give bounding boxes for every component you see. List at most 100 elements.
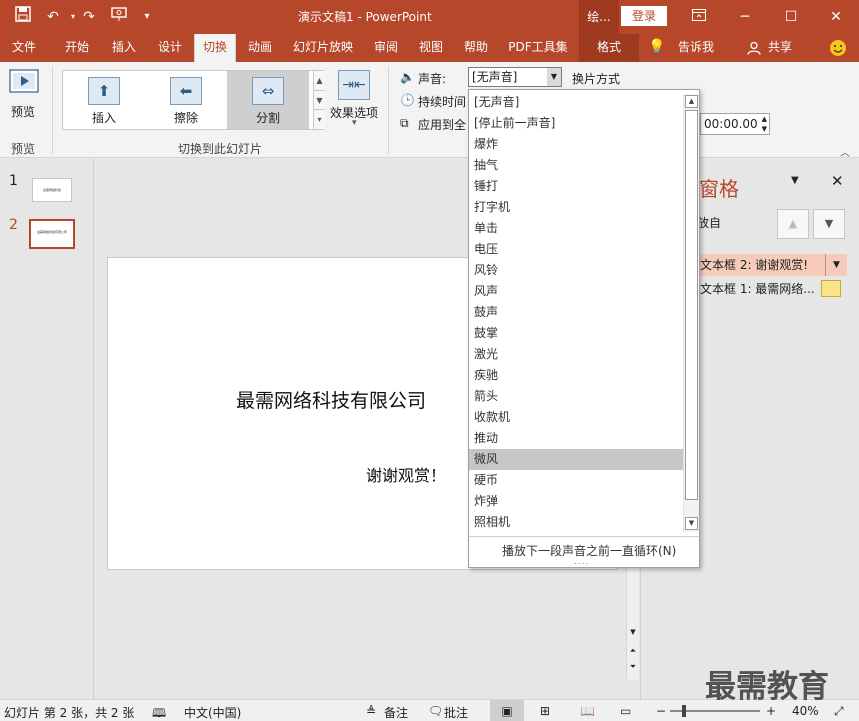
slideshow-icon[interactable]: ▭ <box>620 704 631 718</box>
watermark-logo: 最需教育 <box>705 669 829 705</box>
next-slide-icon[interactable]: ⏷ <box>627 662 639 672</box>
tab-review[interactable]: 审阅 <box>364 34 408 62</box>
zoom-level[interactable]: 40% <box>792 704 819 718</box>
tab-format[interactable]: 格式 <box>579 34 639 62</box>
scroll-thumb[interactable] <box>685 110 698 500</box>
editor-scrollbar[interactable]: ▼ ⏶ ⏷ <box>626 560 639 680</box>
chevron-down-icon[interactable]: ▼ <box>825 254 847 276</box>
spell-check-icon[interactable]: 🕮 <box>152 704 166 721</box>
tell-me-search[interactable]: 告诉我 <box>672 34 720 62</box>
title-bar: ↶ ▾ ↷ ▾ 演示文稿1 - PowerPoint 绘... 登录 ─ ☐ ✕ <box>0 0 859 34</box>
sound-option[interactable]: 箭头 <box>469 386 683 407</box>
sound-option[interactable]: 照相机 <box>469 512 683 533</box>
gallery-scroll-up-icon[interactable]: ▲ <box>313 71 325 90</box>
sound-option[interactable]: 爆炸 <box>469 134 683 155</box>
language-status[interactable]: 中文(中国) <box>184 704 241 721</box>
notes-button[interactable]: 备注 <box>384 704 408 721</box>
present-from-start-icon[interactable] <box>108 6 130 28</box>
transition-push[interactable]: ⬆ 插入 <box>63 71 145 129</box>
tab-pdf-tools[interactable]: PDF工具集 <box>500 34 576 62</box>
zoom-out-icon[interactable]: − <box>656 704 666 718</box>
clock-icon: 🕒 <box>400 93 415 107</box>
sound-option[interactable]: 推动 <box>469 428 683 449</box>
scroll-down-icon[interactable]: ▼ <box>627 628 639 636</box>
zoom-slider-thumb[interactable] <box>682 705 686 717</box>
close-pane-icon[interactable]: ✕ <box>831 172 844 190</box>
comments-button[interactable]: 批注 <box>444 704 468 721</box>
spin-up-icon[interactable]: ▲ <box>762 114 767 124</box>
sound-option-highlighted[interactable]: 微风 <box>469 449 683 470</box>
redo-icon[interactable]: ↷ <box>78 6 100 28</box>
tab-design[interactable]: 设计 <box>148 34 192 62</box>
undo-icon[interactable]: ↶ <box>42 6 64 28</box>
sound-option[interactable]: 锤打 <box>469 176 683 197</box>
zoom-in-icon[interactable]: + <box>766 704 776 718</box>
scroll-up-icon[interactable]: ▲ <box>685 95 698 108</box>
fit-slide-icon[interactable]: ⤢ <box>834 704 844 719</box>
close-icon[interactable]: ✕ <box>813 0 859 34</box>
transition-split[interactable]: ⇔ 分割 <box>227 71 309 129</box>
sound-option[interactable]: 抽气 <box>469 155 683 176</box>
pane-options-icon[interactable]: ▼ <box>791 175 799 186</box>
chevron-down-icon[interactable]: ▼ <box>547 68 561 86</box>
tab-animations[interactable]: 动画 <box>238 34 282 62</box>
gallery-more-icon[interactable]: ▾ <box>313 109 325 129</box>
tab-file[interactable]: 文件 <box>0 34 48 62</box>
minimize-icon[interactable]: ─ <box>722 0 768 34</box>
effect-options-dropdown-icon[interactable]: ▾ <box>352 118 357 128</box>
context-tab-drawing-tools[interactable]: 绘... <box>579 0 619 34</box>
slide-subtitle-text[interactable]: 谢谢观赏！ <box>366 462 446 486</box>
dropdown-scrollbar[interactable]: ▲ ▼ <box>683 94 699 532</box>
ribbon-display-options-icon[interactable] <box>676 0 722 34</box>
maximize-icon[interactable]: ☐ <box>768 0 814 34</box>
play-from-button[interactable]: 放自 <box>697 214 721 231</box>
preview-icon[interactable] <box>8 68 42 100</box>
previous-slide-icon[interactable]: ⏶ <box>627 646 639 656</box>
resize-grip-icon[interactable]: .... <box>574 557 589 567</box>
sound-option[interactable]: 单击 <box>469 218 683 239</box>
gallery-scroll-down-icon[interactable]: ▼ <box>313 90 325 109</box>
save-icon[interactable] <box>12 6 34 28</box>
sound-option[interactable]: 激光 <box>469 344 683 365</box>
tab-insert[interactable]: 插入 <box>104 34 144 62</box>
customize-toolbar-icon[interactable]: ▾ <box>136 6 158 28</box>
sound-option[interactable]: 硬币 <box>469 470 683 491</box>
move-down-icon[interactable]: ▼ <box>813 209 845 239</box>
collapse-ribbon-icon[interactable]: ︿ <box>840 144 850 159</box>
slide-thumbnail-1[interactable]: 最需网络科技 <box>32 178 72 202</box>
sound-option[interactable]: 鼓声 <box>469 302 683 323</box>
sound-option[interactable]: 收款机 <box>469 407 683 428</box>
slide-sorter-icon[interactable]: ⊞ <box>540 704 550 718</box>
transition-wipe[interactable]: ⬅ 擦除 <box>145 71 227 129</box>
login-button[interactable]: 登录 <box>621 6 667 26</box>
sound-option[interactable]: 打字机 <box>469 197 683 218</box>
slide-thumbnail-2[interactable]: 最需网络科技有限公司 <box>29 219 75 249</box>
sound-option[interactable]: 疾驰 <box>469 365 683 386</box>
spin-down-icon[interactable]: ▼ <box>762 124 767 134</box>
normal-view-icon[interactable]: ▣ <box>490 700 524 721</box>
tab-home[interactable]: 开始 <box>52 34 102 62</box>
sound-option[interactable]: 电压 <box>469 239 683 260</box>
move-up-icon[interactable]: ▲ <box>777 209 809 239</box>
scroll-down-icon[interactable]: ▼ <box>685 517 698 530</box>
preview-button[interactable]: 预览 <box>11 103 35 120</box>
sound-option[interactable]: [停止前一声音] <box>469 113 683 134</box>
after-time-input[interactable]: 00:00.00 ▲ ▼ <box>700 113 770 135</box>
sound-select[interactable]: [无声音] ▼ <box>468 67 562 87</box>
effect-options-icon[interactable]: ⇥⇤ <box>338 70 370 100</box>
tab-view[interactable]: 视图 <box>410 34 452 62</box>
reading-view-icon[interactable]: 📖 <box>580 704 595 718</box>
apply-to-all-button[interactable]: 应用到全 <box>418 116 468 133</box>
tab-transitions[interactable]: 切换 <box>194 34 236 64</box>
slide-title-text[interactable]: 最需网络科技有限公司 <box>236 386 426 413</box>
sound-option[interactable]: 鼓掌 <box>469 323 683 344</box>
tab-help[interactable]: 帮助 <box>454 34 498 62</box>
sound-option[interactable]: 风声 <box>469 281 683 302</box>
animation-item[interactable]: 文本框 1: 最需网络... <box>697 278 817 300</box>
tab-slideshow[interactable]: 幻灯片放映 <box>284 34 362 62</box>
share-button[interactable]: 共享 <box>764 34 796 62</box>
sound-option[interactable]: 风铃 <box>469 260 683 281</box>
sound-option[interactable]: [无声音] <box>469 92 683 113</box>
sound-option[interactable]: 炸弹 <box>469 491 683 512</box>
feedback-smiley-icon[interactable] <box>826 34 850 62</box>
